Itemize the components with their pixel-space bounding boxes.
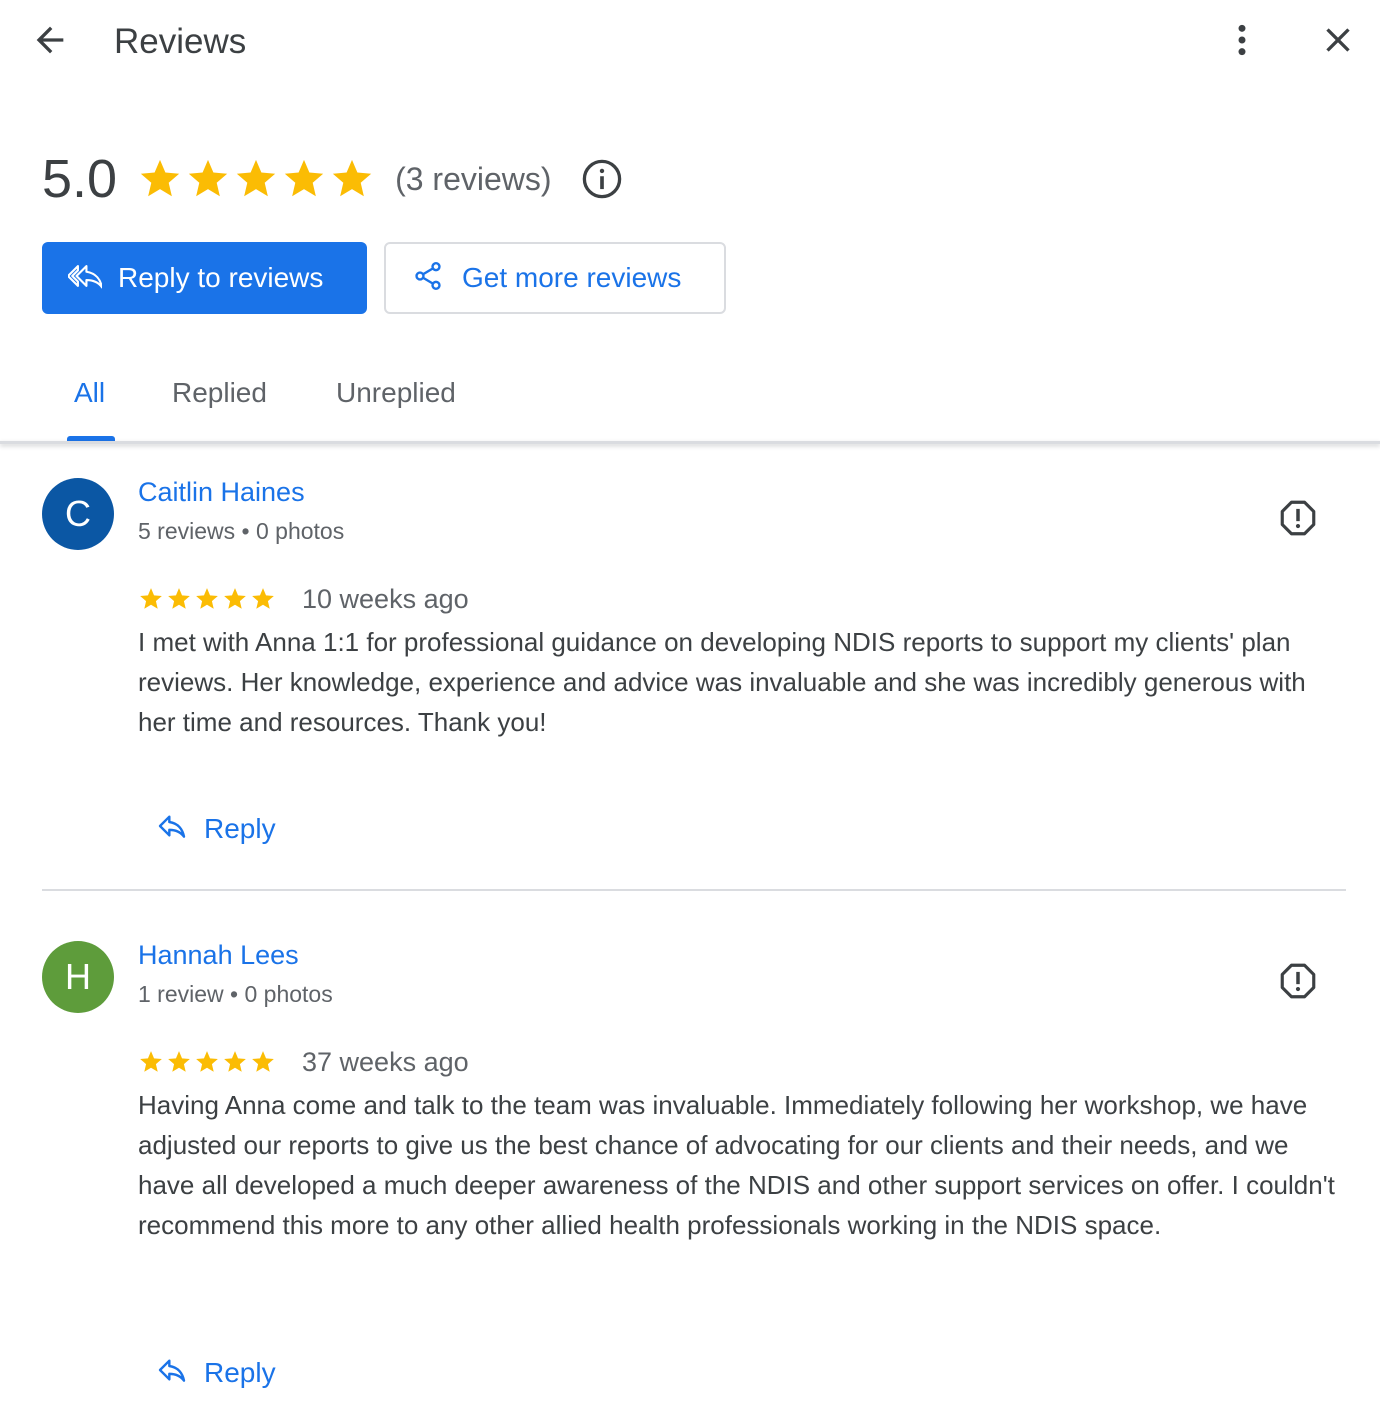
reviewer-name[interactable]: Hannah Lees [138,937,299,973]
report-review-button[interactable] [1274,496,1322,544]
top-app-bar: Reviews [0,0,1380,86]
review-filter-tabs: All Replied Unreplied [0,354,1380,444]
report-review-button[interactable] [1274,959,1322,1007]
star-icon [168,1051,190,1072]
report-icon [1277,960,1319,1007]
star-icon [236,159,276,197]
reviewer-meta: 5 reviews • 0 photos [138,518,345,544]
star-icon [196,588,218,609]
star-icon [252,588,274,609]
star-icon [188,159,228,197]
reply-label: Reply [204,1356,276,1388]
review-stars [138,1049,276,1075]
reply-to-reviews-label: Reply to reviews [118,262,324,293]
tab-unreplied[interactable]: Unreplied [336,374,456,412]
star-icon [332,159,372,197]
review-divider [42,889,1346,891]
more-options-button[interactable] [1214,14,1270,70]
avatar[interactable]: H [42,941,114,1013]
review-rating-row: 37 weeks ago [138,1043,469,1081]
info-icon[interactable] [580,157,624,201]
reply-button[interactable]: Reply [156,810,276,847]
tab-replied[interactable]: Replied [172,374,267,412]
close-icon [1318,20,1358,65]
report-icon [1277,497,1319,544]
star-icon [168,588,190,609]
reply-all-icon [66,259,104,298]
reply-label: Reply [204,812,276,844]
tab-all[interactable]: All [74,374,105,412]
arrow-left-icon [30,20,70,65]
reply-to-reviews-button[interactable]: Reply to reviews [42,242,367,314]
tabs-divider [0,441,1380,444]
star-icon [140,1051,162,1072]
star-icon [140,159,180,197]
review-date: 37 weeks ago [302,1046,469,1077]
close-button[interactable] [1310,14,1366,70]
rating-summary: 5.0 (3 reviews) [42,146,624,212]
review-stars [138,586,276,612]
review-text: Having Anna come and talk to the team wa… [138,1090,1335,1240]
share-icon [412,260,444,297]
get-more-reviews-label: Get more reviews [462,262,682,293]
review-count: (3 reviews) [395,160,552,197]
get-more-reviews-button[interactable]: Get more reviews [384,242,726,314]
reply-icon [156,1354,188,1391]
reply-icon [156,810,188,847]
avatar[interactable]: C [42,478,114,550]
review-text: I met with Anna 1:1 for professional gui… [138,627,1306,737]
star-icon [224,1051,246,1072]
star-icon [284,159,324,197]
back-button[interactable] [22,14,78,70]
star-icon [224,588,246,609]
star-icon [252,1051,274,1072]
reviewer-meta: 1 review • 0 photos [138,981,333,1007]
review-rating-row: 10 weeks ago [138,580,469,618]
rating-stars [137,156,375,202]
page-title: Reviews [114,22,247,61]
reply-button[interactable]: Reply [156,1354,276,1391]
more-vertical-icon [1222,20,1262,65]
star-icon [196,1051,218,1072]
review-date: 10 weeks ago [302,583,469,614]
reviewer-name[interactable]: Caitlin Haines [138,474,305,510]
star-icon [140,588,162,609]
average-rating: 5.0 [42,149,118,209]
